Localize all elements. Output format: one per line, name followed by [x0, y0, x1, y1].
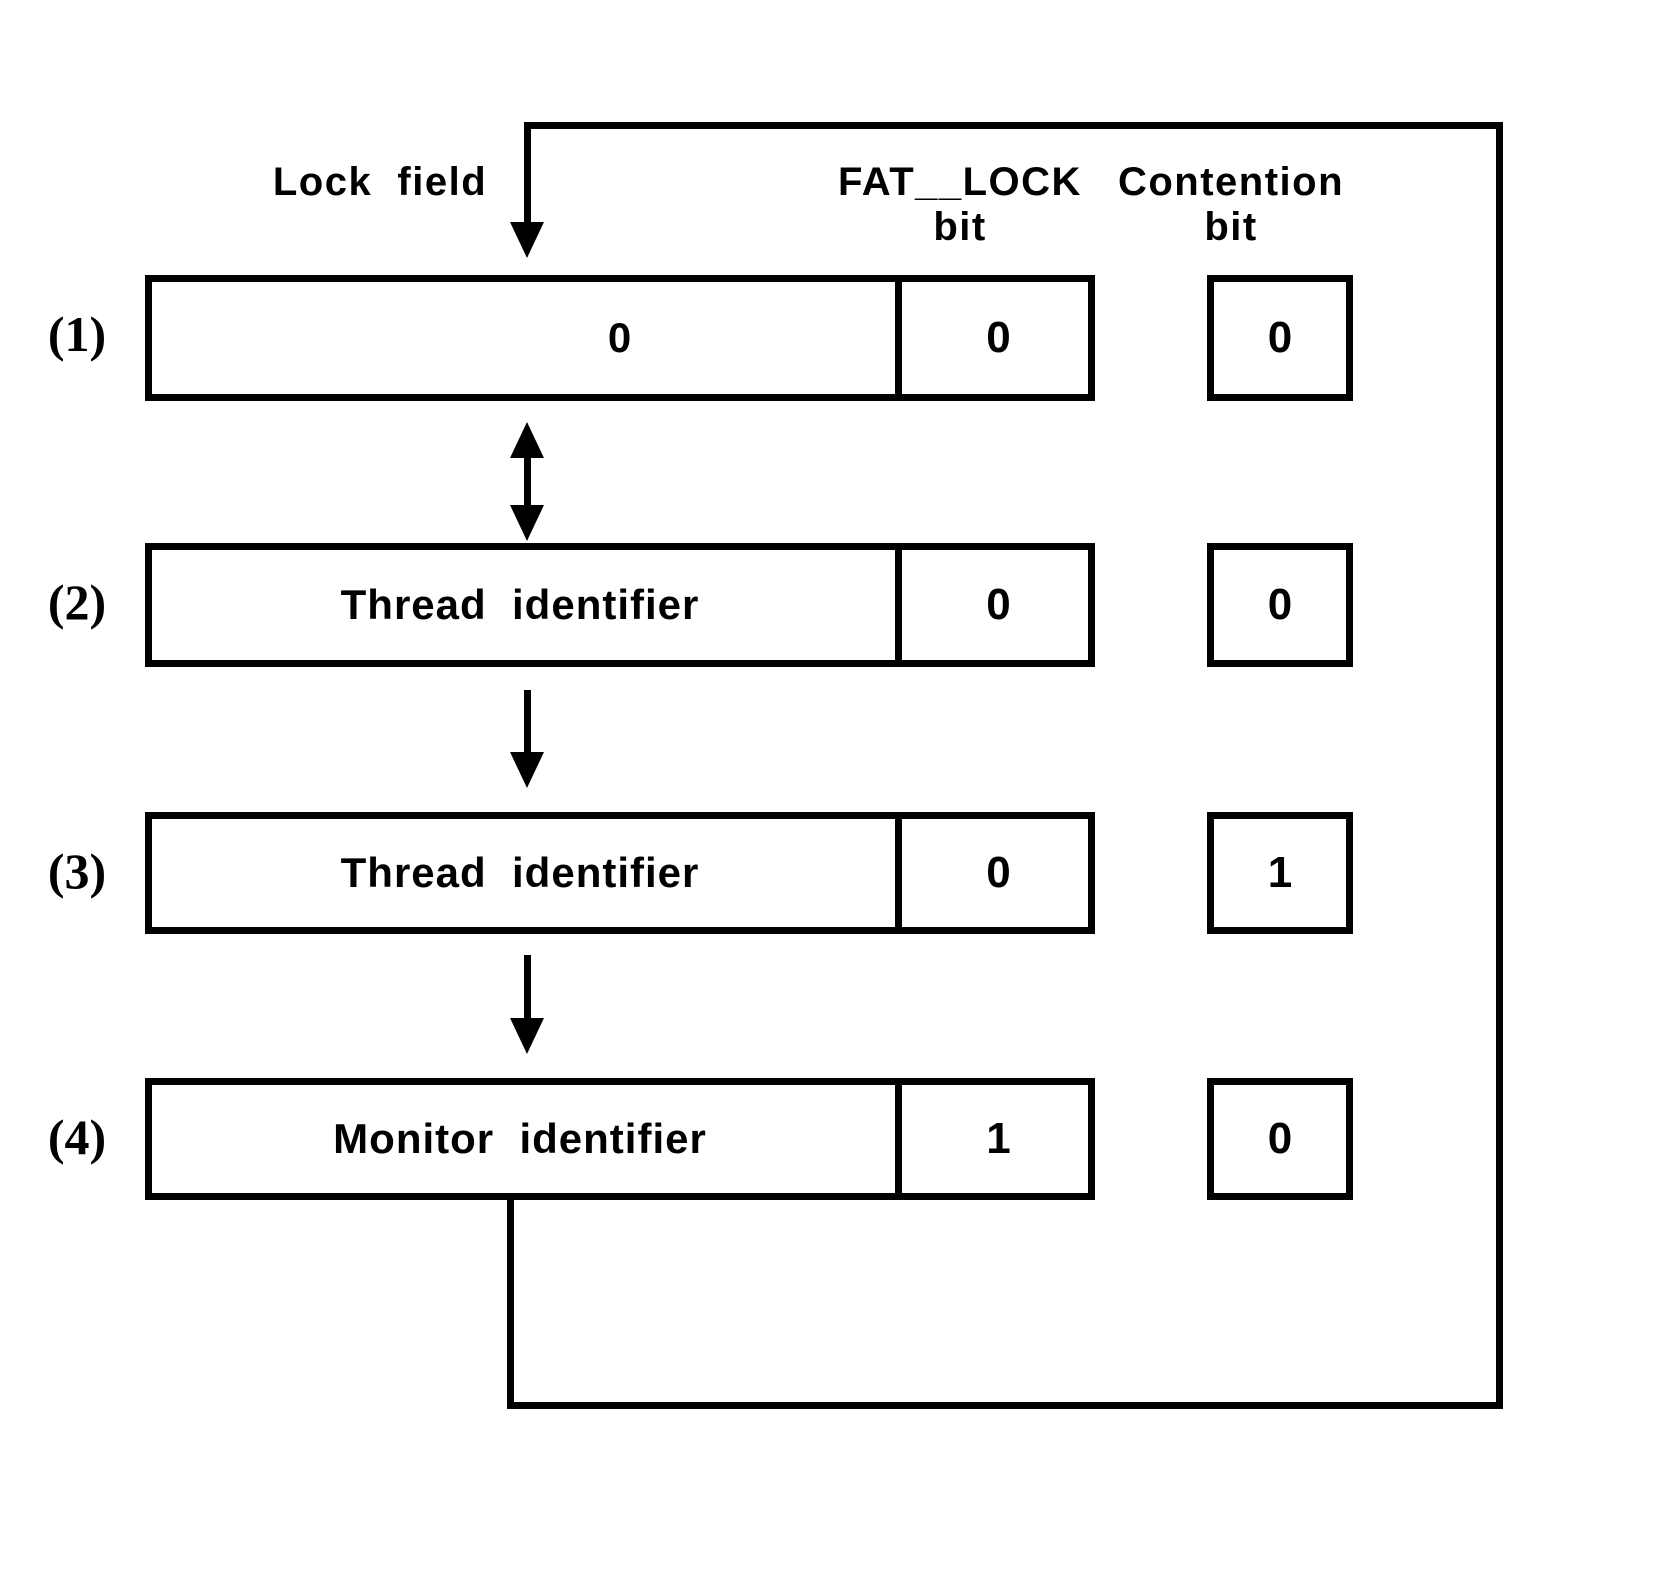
row1-row2-arrow-shaft [524, 455, 531, 511]
feedback-loop-bottom-segment [507, 1402, 1503, 1409]
fat-lock-bit-value-1: 0 [986, 313, 1011, 362]
feedback-loop-top-segment [524, 122, 1503, 129]
contention-box-3: 1 [1207, 812, 1353, 934]
lock-field-value-3: Thread identifier [340, 849, 700, 896]
lock-word-box-1: 0 0 [145, 275, 1095, 401]
row-marker-3: (3) [47, 843, 107, 899]
feedback-loop-right-riser [1496, 122, 1503, 1409]
feedback-loop-entry-arrowhead [510, 222, 544, 258]
row1-row2-down-arrowhead [510, 505, 544, 541]
lock-field-value-4: Monitor identifier [333, 1115, 707, 1162]
feedback-loop-left-descender [507, 1198, 514, 1409]
row-marker-1: (1) [47, 306, 107, 362]
header-lock-field: Lock field [272, 160, 488, 204]
fat-lock-cell-3: 0 [895, 819, 1095, 927]
contention-bit-value-1: 0 [1267, 313, 1293, 362]
lock-word-box-3: Thread identifier 0 [145, 812, 1095, 934]
lock-field-value-2: Thread identifier [340, 581, 700, 628]
contention-bit-value-3: 1 [1267, 848, 1293, 897]
contention-box-4: 0 [1207, 1078, 1353, 1200]
row-marker-2: (2) [47, 574, 107, 630]
row2-row3-arrow-shaft [524, 690, 531, 758]
lock-field-value-1: 0 [607, 314, 633, 361]
fat-lock-cell-4: 1 [895, 1085, 1095, 1193]
diagram-canvas: Lock field FAT__LOCK bit Contention bit … [0, 0, 1679, 1592]
row1-row2-up-arrowhead [510, 422, 544, 458]
fat-lock-cell-1: 0 [895, 282, 1095, 394]
fat-lock-bit-value-2: 0 [986, 580, 1011, 629]
contention-box-2: 0 [1207, 543, 1353, 667]
contention-bit-value-4: 0 [1267, 1114, 1293, 1163]
row3-row4-arrow-shaft [524, 955, 531, 1023]
fat-lock-bit-value-3: 0 [986, 848, 1011, 897]
header-fat-lock-bit: FAT__LOCK bit [838, 160, 1082, 249]
contention-box-1: 0 [1207, 275, 1353, 401]
lock-word-box-4: Monitor identifier 1 [145, 1078, 1095, 1200]
lock-word-box-2: Thread identifier 0 [145, 543, 1095, 667]
row2-row3-arrowhead [510, 752, 544, 788]
header-contention-bit: Contention bit [1117, 160, 1345, 249]
row3-row4-arrowhead [510, 1018, 544, 1054]
fat-lock-cell-2: 0 [895, 550, 1095, 660]
fat-lock-bit-value-4: 1 [986, 1114, 1011, 1163]
row-marker-4: (4) [47, 1109, 107, 1165]
contention-bit-value-2: 0 [1267, 580, 1293, 629]
